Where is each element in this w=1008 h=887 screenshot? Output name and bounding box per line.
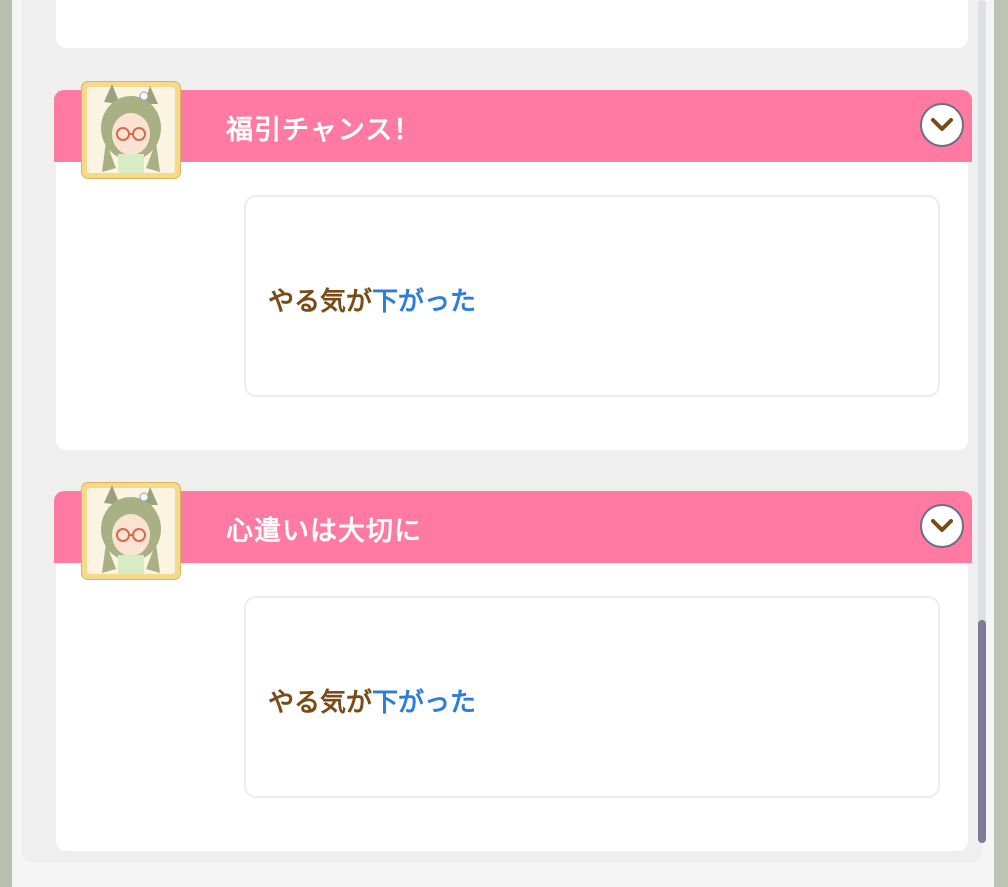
event-title: 心遣いは大切に bbox=[226, 516, 422, 547]
event-card: 福引チャンス！ やる気が下がった bbox=[54, 82, 972, 450]
result-text: やる気が下がった bbox=[268, 281, 476, 318]
result-label: やる気が bbox=[268, 287, 373, 317]
result-effect: 下がった bbox=[372, 287, 477, 317]
event-list: 福引チャンス！ やる気が下がった 心遣いは大切に やる気が下がった bbox=[22, 0, 986, 862]
event-title: 福引チャンス！ bbox=[226, 115, 422, 146]
chevron-down-icon bbox=[931, 519, 953, 532]
previous-event-card bbox=[56, 0, 968, 48]
character-avatar bbox=[82, 483, 180, 579]
result-box: やる気が下がった bbox=[244, 195, 940, 397]
result-text: やる気が下がった bbox=[268, 682, 476, 719]
scrollbar[interactable] bbox=[978, 0, 986, 843]
expand-toggle-button[interactable] bbox=[920, 103, 964, 147]
result-effect: 下がった bbox=[372, 688, 477, 718]
chevron-down-icon bbox=[931, 118, 953, 131]
event-log-panel: 福引チャンス！ やる気が下がった 心遣いは大切に やる気が下がった bbox=[12, 0, 994, 887]
character-avatar bbox=[82, 82, 180, 178]
result-label: やる気が bbox=[268, 688, 373, 718]
scrollbar-thumb[interactable] bbox=[978, 620, 986, 843]
expand-toggle-button[interactable] bbox=[920, 504, 964, 548]
event-header[interactable]: 心遣いは大切に bbox=[54, 491, 972, 563]
event-header[interactable]: 福引チャンス！ bbox=[54, 90, 972, 162]
result-box: やる気が下がった bbox=[244, 596, 940, 798]
event-card: 心遣いは大切に やる気が下がった bbox=[54, 483, 972, 851]
